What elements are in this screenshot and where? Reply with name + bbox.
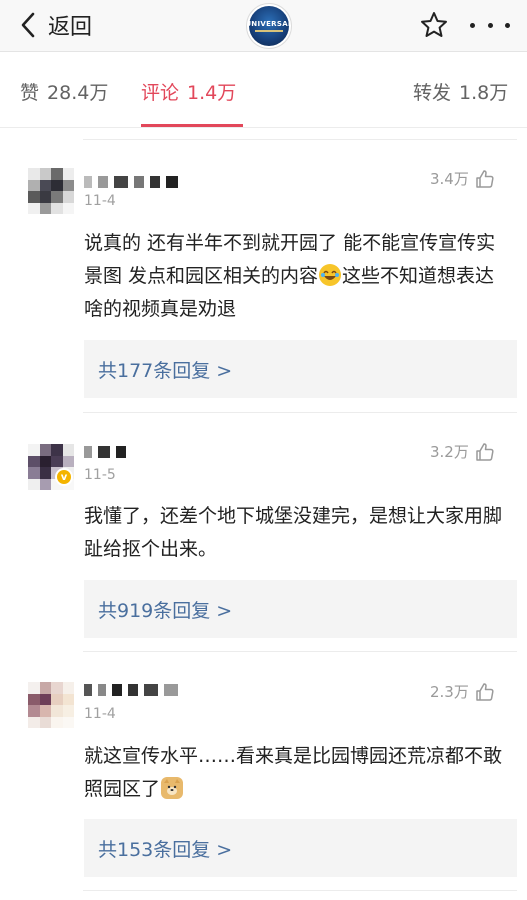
tab-count: 1.8万 <box>459 82 509 104</box>
laughing-tears-emoji <box>319 264 342 286</box>
view-replies-button[interactable]: 共919条回复 > <box>84 580 517 638</box>
back-label: 返回 <box>48 15 93 40</box>
comment-date: 11-5 <box>84 467 116 483</box>
thumbs-up-icon <box>476 682 494 701</box>
back-button[interactable]: 返回 <box>14 8 92 42</box>
username-redacted[interactable] <box>84 683 184 697</box>
comment-date: 11-4 <box>84 706 116 722</box>
like-button[interactable]: 3.2万 <box>430 441 495 462</box>
divider <box>83 651 517 652</box>
interaction-tabs: 赞 28.4万 评论 1.4万 转发 1.8万 <box>0 52 527 128</box>
dot <box>505 22 510 28</box>
universal-logo[interactable]: UNIVERSAL <box>246 3 292 49</box>
comment-text: 就这宣传水平……看来真是比园博园还荒凉都不敢照园区了 <box>84 740 504 806</box>
doge-emoji <box>161 777 184 799</box>
active-tab-indicator <box>141 124 243 127</box>
username-redacted[interactable] <box>84 445 132 459</box>
chevron-left-icon <box>14 8 42 42</box>
username-redacted[interactable] <box>84 175 184 189</box>
top-bar: 返回 UNIVERSAL <box>0 0 527 52</box>
comment-text: 说真的 还有半年不到就开园了 能不能宣传宣传实景图 发点和园区相关的内容 这些不知… <box>84 227 504 326</box>
tab-count: 1.4万 <box>187 82 237 104</box>
avatar[interactable] <box>28 168 74 214</box>
divider <box>83 412 517 413</box>
thumbs-up-icon <box>476 169 494 188</box>
logo-underline <box>255 30 283 32</box>
globe-icon: UNIVERSAL <box>246 6 292 46</box>
tab-label: 评论 <box>141 82 180 104</box>
like-button[interactable]: 3.4万 <box>430 168 495 189</box>
avatar[interactable] <box>28 682 74 728</box>
tab-comments[interactable]: 评论 1.4万 <box>141 78 236 105</box>
comment-date: 11-4 <box>84 193 116 209</box>
comment-text-part: 就这宣传水平……看来真是比园博园还荒凉都不敢照园区了 <box>84 745 503 800</box>
tab-label: 赞 <box>20 82 40 104</box>
tab-label: 转发 <box>413 82 452 104</box>
like-count: 3.2万 <box>430 443 469 461</box>
dot <box>470 22 475 28</box>
like-count: 2.3万 <box>430 683 469 701</box>
comment-text: 我懂了，还差个地下城堡没建完，是想让大家用脚趾给抠个出来。 <box>84 500 504 566</box>
divider <box>83 890 517 891</box>
tab-likes[interactable]: 赞 28.4万 <box>20 78 108 105</box>
comment-text-part: 我懂了，还差个地下城堡没建完，是想让大家用脚趾给抠个出来。 <box>84 505 503 560</box>
thumbs-up-icon <box>476 442 494 461</box>
view-replies-button[interactable]: 共153条回复 > <box>84 819 517 877</box>
verified-badge-icon: v <box>55 468 73 486</box>
star-icon[interactable] <box>419 10 449 40</box>
divider <box>83 139 517 140</box>
logo-text: UNIVERSAL <box>246 20 292 28</box>
tab-reposts[interactable]: 转发 1.8万 <box>413 78 508 105</box>
more-horizontal-icon[interactable] <box>470 10 510 40</box>
dot <box>487 22 493 28</box>
tab-count: 28.4万 <box>47 82 109 104</box>
like-count: 3.4万 <box>430 170 469 188</box>
view-replies-button[interactable]: 共177条回复 > <box>84 340 517 398</box>
like-button[interactable]: 2.3万 <box>430 681 495 702</box>
